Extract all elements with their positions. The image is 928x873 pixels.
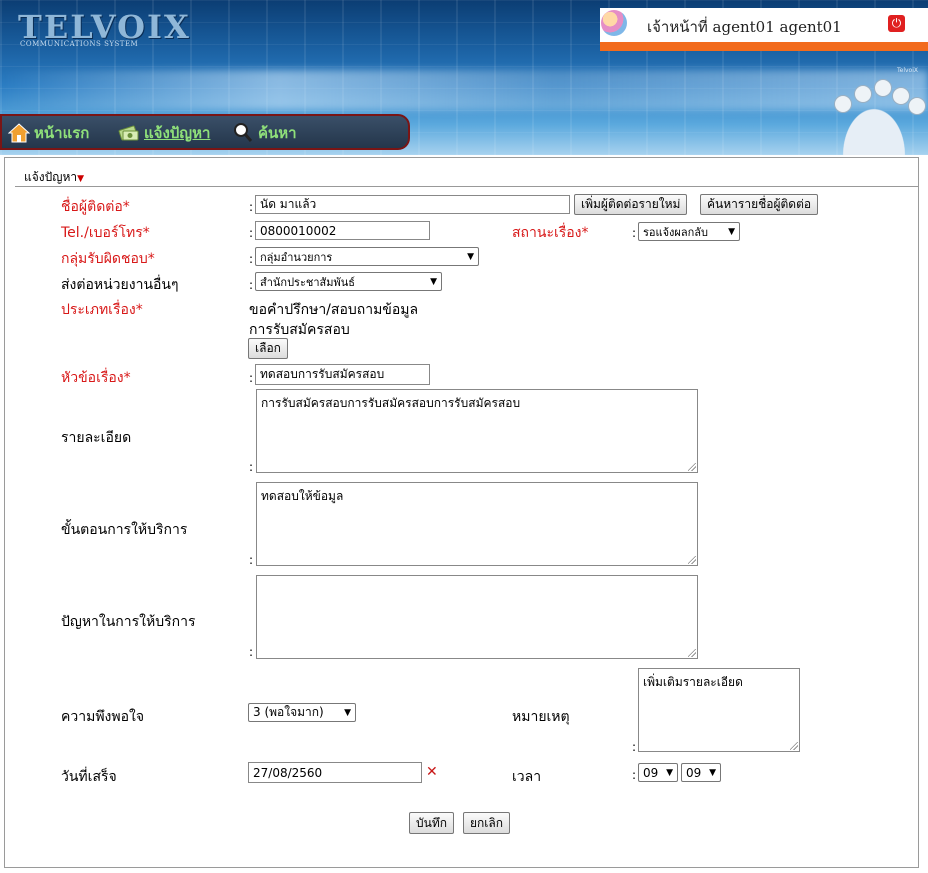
colon: :: [249, 645, 254, 659]
user-avatar-icon: [601, 10, 627, 36]
colon: :: [249, 553, 254, 567]
group-select[interactable]: กลุ่มอำนวยการ ▼: [255, 247, 479, 266]
resize-grip-icon[interactable]: [688, 556, 696, 564]
detail-text: การรับสมัครสอบการรับสมัครสอบการรับสมัครส…: [261, 396, 521, 410]
phone-input[interactable]: [255, 221, 430, 240]
cancel-button[interactable]: ยกเลิก: [463, 812, 511, 834]
category-line-1: ขอคำปรึกษา/สอบถามข้อมูล: [249, 302, 419, 318]
satisfaction-select-value: 3 (พอใจมาก): [253, 705, 324, 719]
done-date-input[interactable]: [248, 762, 422, 783]
chevron-down-icon: ▼: [430, 276, 437, 287]
header-light-wave: [0, 70, 928, 110]
remark-textarea[interactable]: เพิ่มเติมรายละเอียด: [638, 668, 800, 752]
problem-label: ปัญหาในการให้บริการ: [61, 614, 196, 630]
satisfaction-select[interactable]: 3 (พอใจมาก) ▼: [248, 703, 356, 722]
add-contact-button[interactable]: เพิ่มผู้ติดต่อรายใหม่: [574, 194, 688, 215]
procedure-label: ขั้นตอนการให้บริการ: [61, 522, 188, 538]
detail-textarea[interactable]: การรับสมัครสอบการรับสมัครสอบการรับสมัครส…: [256, 389, 698, 473]
nav-home[interactable]: หน้าแรก: [7, 121, 90, 145]
user-bar-accent: [600, 42, 928, 51]
colon: :: [249, 252, 254, 266]
procedure-textarea[interactable]: ทดสอบให้ข้อมูล: [256, 482, 698, 566]
nav-search-label: ค้นหา: [258, 124, 297, 142]
brand-small: TelvoiX: [897, 67, 919, 74]
colon: :: [249, 371, 254, 385]
status-select[interactable]: รอแจ้งผลกลับ ▼: [638, 222, 740, 241]
search-contact-button[interactable]: ค้นหารายชื่อผู้ติดต่อ: [700, 194, 819, 215]
main-nav: หน้าแรก แจ้งปัญหา ค้นหา: [0, 114, 410, 150]
subject-input[interactable]: [255, 364, 430, 385]
colon: :: [632, 740, 637, 754]
breadcrumb[interactable]: แจ้งปัญหา▼: [24, 168, 84, 187]
choose-category-button[interactable]: เลือก: [248, 338, 288, 359]
chevron-down-icon: ▼: [709, 767, 716, 778]
chevron-down-icon: ▼: [467, 251, 474, 262]
colon: :: [249, 278, 254, 292]
time-label: เวลา: [512, 769, 542, 785]
group-label: กลุ่มรับผิดชอบ*: [61, 251, 155, 267]
clear-date-icon[interactable]: ✕: [426, 764, 438, 780]
subject-label: หัวข้อเรื่อง*: [61, 370, 131, 386]
resize-grip-icon[interactable]: [688, 463, 696, 471]
logo-subtitle: COMMUNICATIONS SYSTEM: [20, 40, 139, 48]
procedure-text: ทดสอบให้ข้อมูล: [261, 489, 344, 503]
remark-text: เพิ่มเติมรายละเอียด: [643, 675, 743, 689]
home-icon: [7, 122, 31, 144]
contact-name-input[interactable]: [255, 195, 570, 214]
resize-grip-icon[interactable]: [790, 742, 798, 750]
contact-label: ชื่อผู้ติดต่อ*: [61, 199, 130, 215]
forward-select-value: สำนักประชาสัมพันธ์: [260, 275, 355, 289]
chevron-down-icon: ▼: [344, 707, 351, 718]
forward-select[interactable]: สำนักประชาสัมพันธ์ ▼: [255, 272, 442, 291]
resize-grip-icon[interactable]: [688, 649, 696, 657]
user-name: เจ้าหน้าที่ agent01 agent01: [647, 18, 842, 36]
robots-illustration: [820, 75, 928, 155]
chevron-down-icon: ▼: [666, 767, 673, 778]
phone-label: Tel./เบอร์โทร*: [61, 225, 150, 241]
divider: [15, 186, 919, 187]
status-label: สถานะเรื่อง*: [512, 225, 589, 241]
done-date-label: วันที่เสร็จ: [61, 769, 117, 785]
nav-report-problem[interactable]: แจ้งปัญหา: [118, 121, 210, 145]
detail-label: รายละเอียด: [61, 430, 132, 446]
colon: :: [632, 226, 637, 240]
report-form-panel: แจ้งปัญหา▼ ชื่อผู้ติดต่อ* : เพิ่มผู้ติดต…: [4, 157, 919, 868]
remark-label: หมายเหตุ: [512, 709, 570, 725]
power-icon[interactable]: ⏻: [888, 15, 905, 32]
category-label: ประเภทเรื่อง*: [61, 302, 143, 318]
nav-search[interactable]: ค้นหา: [232, 121, 297, 145]
app-header: TELVOIX COMMUNICATIONS SYSTEM TelvoiX เจ…: [0, 0, 928, 155]
colon: :: [249, 460, 254, 474]
forward-label: ส่งต่อหน่วยงานอื่นๆ: [61, 277, 179, 293]
problem-textarea[interactable]: [256, 575, 698, 659]
satisfaction-label: ความพึงพอใจ: [61, 709, 145, 725]
chevron-down-icon: ▼: [728, 226, 735, 237]
colon: :: [632, 768, 637, 782]
colon: :: [249, 226, 254, 240]
hour-select-value: 09: [643, 765, 659, 780]
breadcrumb-label: แจ้งปัญหา: [24, 170, 78, 184]
colon: :: [249, 200, 254, 214]
status-select-value: รอแจ้งผลกลับ: [643, 225, 708, 239]
hour-select[interactable]: 09 ▼: [638, 763, 678, 782]
minute-select-value: 09: [686, 765, 702, 780]
nav-home-label: หน้าแรก: [34, 124, 90, 142]
minute-select[interactable]: 09 ▼: [681, 763, 721, 782]
save-button[interactable]: บันทึก: [409, 812, 454, 834]
money-report-icon: [118, 122, 140, 144]
group-select-value: กลุ่มอำนวยการ: [260, 250, 333, 264]
nav-report-label: แจ้งปัญหา: [144, 124, 211, 142]
chevron-down-icon: ▼: [77, 174, 85, 184]
magnifier-icon: [232, 122, 254, 144]
